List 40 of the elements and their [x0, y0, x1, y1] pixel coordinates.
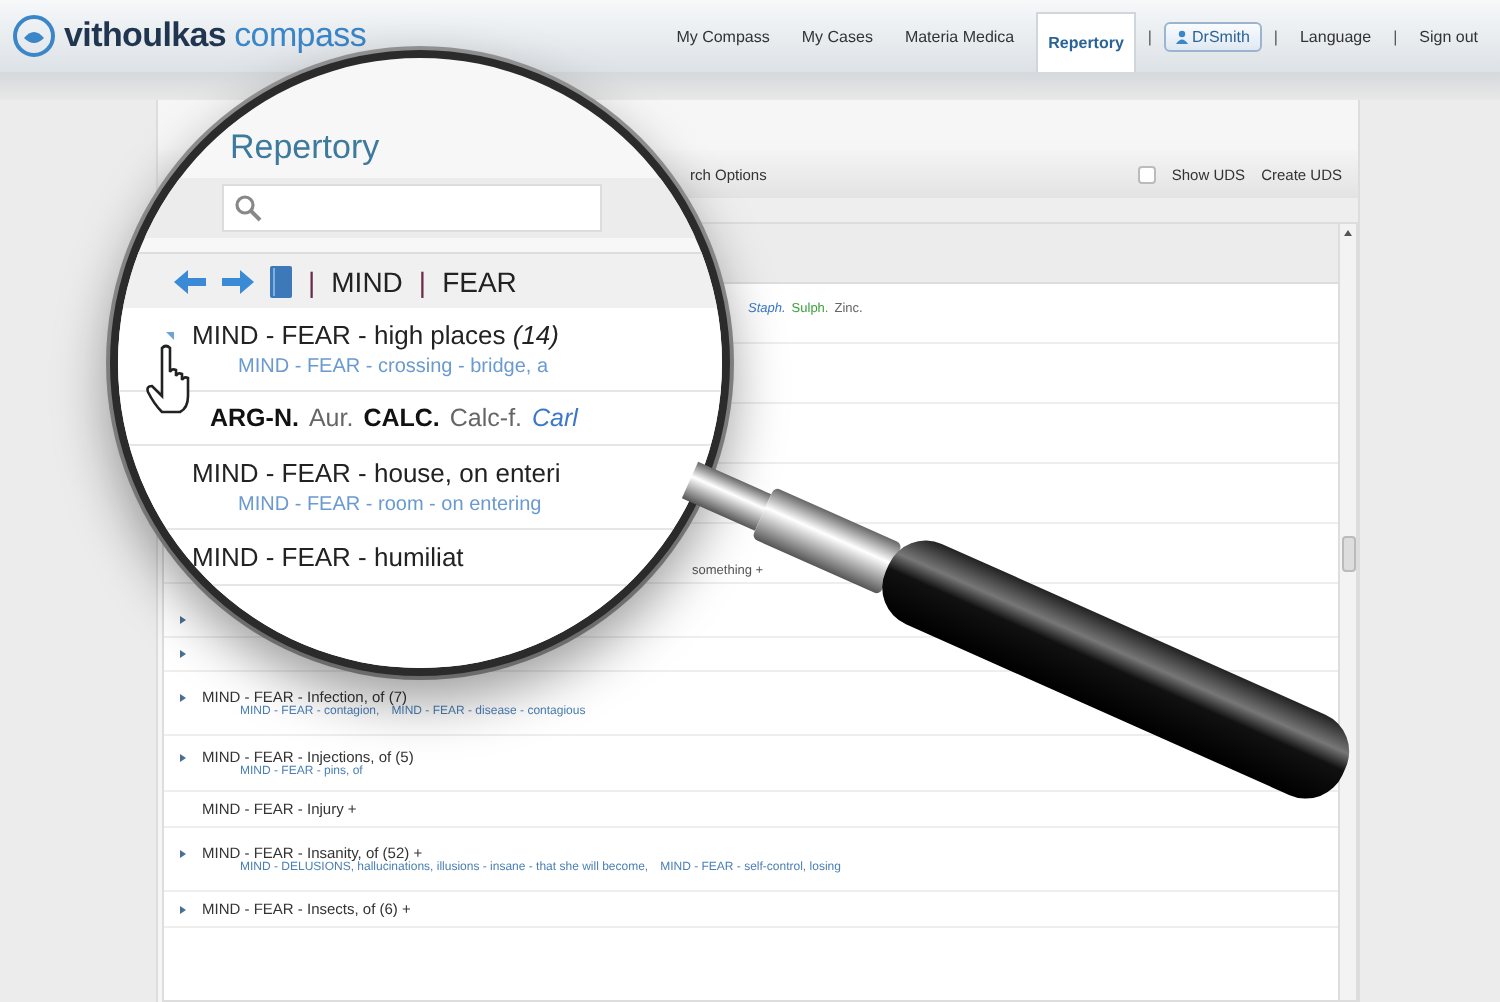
user-button[interactable]: DrSmith [1164, 21, 1262, 51]
nav-link[interactable]: Materia Medica [894, 27, 1025, 45]
remedy[interactable]: ARG-N. [210, 404, 299, 432]
expand-arrow-icon[interactable] [180, 693, 186, 701]
expand-arrow-icon[interactable] [180, 650, 186, 658]
nav-separator: | [1147, 25, 1152, 50]
back-arrow-icon[interactable] [174, 269, 206, 293]
expand-arrow-icon[interactable] [180, 616, 186, 624]
nav-link[interactable]: Sign out [1409, 27, 1488, 45]
logo-text: compass [234, 16, 367, 56]
nav-link[interactable]: My Compass [666, 27, 780, 45]
breadcrumb-item[interactable]: FEAR [442, 265, 517, 297]
scrollbar[interactable] [1338, 224, 1356, 1000]
logo-text: vithoulkas [64, 16, 227, 56]
nav-separator: | [1393, 25, 1398, 50]
search-icon [234, 194, 262, 222]
panel-title: Repertory [230, 126, 380, 170]
show-uds-checkbox[interactable] [1137, 165, 1156, 183]
breadcrumb-item[interactable]: MIND [331, 265, 403, 297]
remedy[interactable]: CALC. [363, 404, 440, 432]
forward-arrow-icon[interactable] [222, 269, 254, 293]
breadcrumb-separator: | [308, 265, 316, 297]
remedy[interactable]: Calc-f. [449, 404, 523, 432]
nav-separator: | [1273, 25, 1278, 50]
book-icon[interactable] [270, 265, 292, 297]
nav-link[interactable]: Repertory [1036, 12, 1136, 72]
expand-arrow-icon[interactable] [180, 905, 186, 913]
nav-link[interactable]: Language [1289, 27, 1382, 45]
expand-arrow-icon[interactable] [180, 849, 186, 857]
remedy[interactable]: Aur. [308, 404, 354, 432]
rubric-title[interactable]: MIND - FEAR - house, on enteri [192, 458, 561, 488]
expand-arrow-icon[interactable] [180, 753, 186, 761]
rubric-title[interactable]: MIND - FEAR - high places (14) [192, 320, 559, 350]
compass-logo-icon [12, 14, 56, 58]
user-icon [1176, 29, 1188, 43]
rubric-title[interactable]: MIND - FEAR - humiliat [192, 542, 464, 572]
nav-link[interactable]: My Cases [791, 27, 883, 45]
remedy[interactable]: Carl [532, 404, 578, 432]
search-field[interactable] [222, 184, 602, 232]
breadcrumb-separator: | [418, 265, 427, 297]
